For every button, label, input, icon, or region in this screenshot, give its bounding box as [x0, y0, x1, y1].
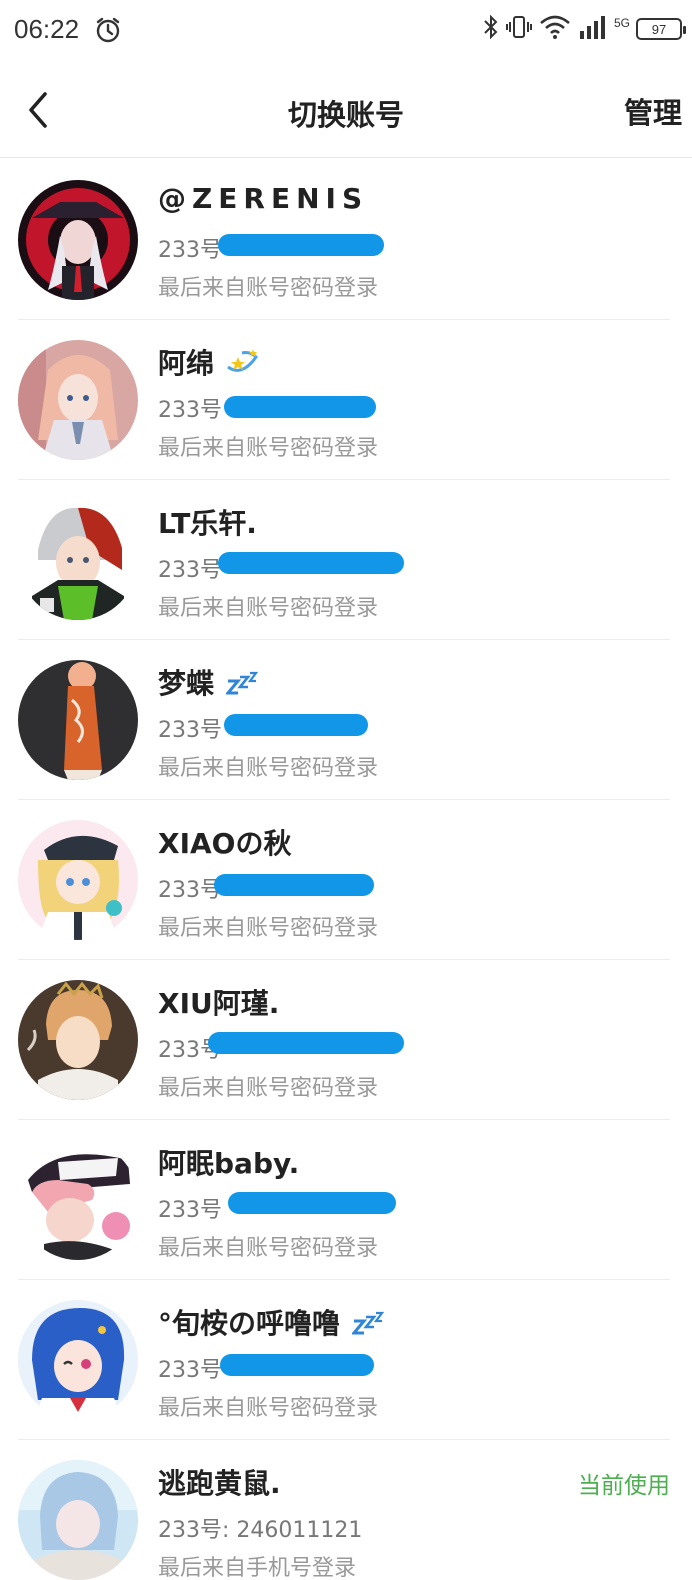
account-name: 阿绵	[158, 342, 260, 384]
redaction-mark	[208, 1032, 404, 1054]
redaction-mark	[218, 552, 404, 574]
login-method: 最后来自账号密码登录	[158, 756, 379, 781]
avatar	[18, 980, 138, 1100]
account-name: 逃跑黄鼠.	[158, 1467, 281, 1500]
nav-bar: 切换账号 管理	[0, 62, 692, 158]
account-name: XIAOの秋	[158, 827, 292, 860]
manage-button[interactable]: 管理	[624, 90, 682, 132]
login-method: 最后来自账号密码登录	[158, 596, 379, 621]
page-title: 切换账号	[287, 98, 404, 132]
vibrate-icon	[505, 13, 532, 45]
wifi-icon	[538, 13, 572, 45]
redaction-mark	[220, 1354, 374, 1376]
login-method: 最后来自账号密码登录	[158, 436, 379, 461]
redaction-mark	[218, 234, 384, 256]
account-name: 梦蝶	[158, 662, 260, 702]
network-type: 5G	[613, 16, 630, 30]
account-name: LT乐轩.	[158, 507, 257, 540]
account-id: 233号	[158, 1358, 222, 1383]
current-account-badge: 当前使用	[578, 1473, 670, 1499]
status-icons: 5G 97	[482, 13, 686, 45]
account-item[interactable]: 阿绵 233号 最后来自账号密码登录	[18, 320, 670, 480]
login-method: 最后来自手机号登录	[158, 1556, 357, 1580]
account-item[interactable]: XIU阿瑾. 233号 最后来自账号密码登录	[18, 960, 670, 1120]
avatar	[18, 820, 138, 940]
login-method: 最后来自账号密码登录	[158, 916, 379, 941]
account-name-text: 阿绵	[158, 347, 215, 380]
avatar	[18, 1140, 138, 1260]
account-item[interactable]: °旬桉の呼噜噜 233号 最后来自账号密码登录	[18, 1280, 670, 1440]
redaction-mark	[224, 714, 368, 736]
redaction-mark	[224, 396, 376, 418]
account-id: 233号: 246011121	[158, 1518, 363, 1543]
account-name: °旬桉の呼噜噜	[158, 1302, 386, 1342]
account-item[interactable]: 梦蝶 233号 最后来自账号密码登录	[18, 640, 670, 800]
account-item[interactable]: @ZERENIS 233号 最后来自账号密码登录	[18, 160, 670, 320]
redaction-mark	[228, 1192, 396, 1214]
account-item[interactable]: 阿眠baby. 233号 最后来自账号密码登录	[18, 1120, 670, 1280]
account-item-current[interactable]: 逃跑黄鼠. 当前使用 233号: 246011121 最后来自手机号登录	[18, 1440, 670, 1580]
signal-icon	[578, 13, 608, 45]
login-method: 最后来自账号密码登录	[158, 276, 379, 301]
zzz-icon	[350, 1309, 386, 1342]
account-name-text: 梦蝶	[158, 667, 215, 700]
avatar	[18, 180, 138, 300]
account-name: @ZERENIS	[158, 182, 369, 215]
avatar	[18, 660, 138, 780]
avatar	[18, 1460, 138, 1580]
account-id: 233号	[158, 878, 222, 903]
account-id: 233号	[158, 1198, 222, 1223]
alarm-icon	[94, 16, 122, 48]
account-name: 阿眠baby.	[158, 1147, 300, 1180]
account-id: 233号	[158, 558, 222, 583]
avatar	[18, 500, 138, 620]
login-method: 最后来自账号密码登录	[158, 1076, 379, 1101]
status-time: 06:22	[14, 14, 80, 44]
account-name: XIU阿瑾.	[158, 987, 280, 1020]
account-item[interactable]: XIAOの秋 233号 最后来自账号密码登录	[18, 800, 670, 960]
bluetooth-icon	[482, 13, 500, 45]
account-item[interactable]: LT乐轩. 233号 最后来自账号密码登录	[18, 480, 670, 640]
avatar	[18, 340, 138, 460]
redaction-mark	[214, 874, 374, 896]
account-id: 233号	[158, 238, 222, 263]
login-method: 最后来自账号密码登录	[158, 1396, 379, 1421]
account-id: 233号	[158, 718, 222, 743]
battery-level: 97	[651, 21, 667, 37]
battery-icon: 97	[636, 18, 686, 40]
account-id: 233号	[158, 398, 222, 423]
avatar	[18, 1300, 138, 1420]
account-list: @ZERENIS 233号 最后来自账号密码登录 阿绵 233号 最后来自账号密…	[0, 160, 692, 1580]
status-bar: 06:22 5G 97	[0, 0, 692, 62]
login-method: 最后来自账号密码登录	[158, 1236, 379, 1261]
zzz-icon	[224, 669, 260, 702]
account-name-text: °旬桉の呼噜噜	[158, 1307, 341, 1340]
dizzy-star-icon	[226, 347, 260, 384]
